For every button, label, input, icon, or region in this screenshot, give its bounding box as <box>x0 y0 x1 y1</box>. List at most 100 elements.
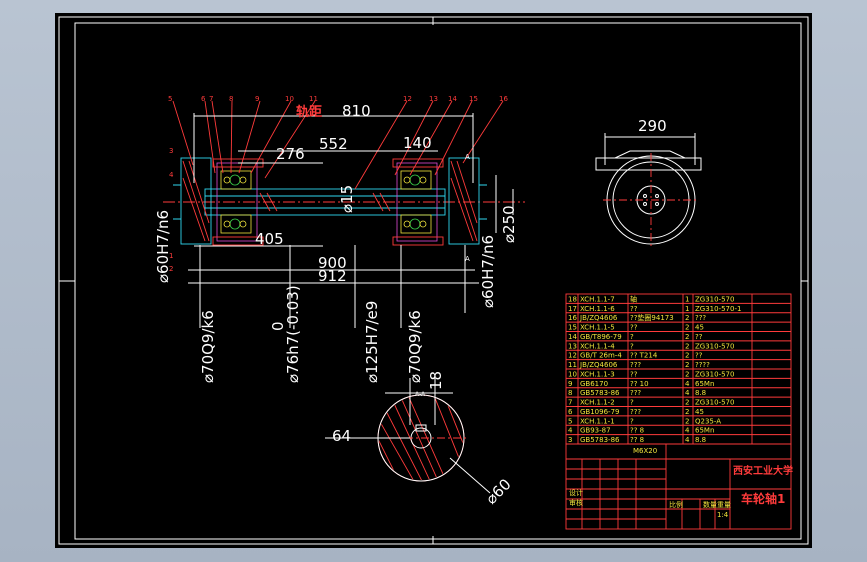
scale-label: 比例 <box>669 500 683 509</box>
bom-cell: 2 <box>685 399 689 407</box>
bom-cell: JB/ZQ4606 <box>579 361 618 369</box>
title-block <box>565 443 792 530</box>
bom-cell: 1 <box>685 305 689 313</box>
bom-cell: XCH.1.1-7 <box>580 295 615 303</box>
bom-cell: ? <box>630 417 634 425</box>
balloon-15: 15 <box>469 95 478 103</box>
bom-cell: 9 <box>568 380 572 388</box>
dim-18: 18 <box>427 371 445 390</box>
bom-cell: 16 <box>568 314 577 322</box>
side-view <box>595 133 702 247</box>
bom-cell: ?? <box>695 352 703 360</box>
bom-cell: 45 <box>695 324 704 332</box>
dim-276: 276 <box>276 145 305 163</box>
bom-cell: 2 <box>685 370 689 378</box>
balloon-3: 3 <box>169 147 173 155</box>
drawing-sheet: 5 6 7 8 9 10 11 12 13 14 15 16 3 4 1 2 轨… <box>55 13 812 548</box>
dim-140: 140 <box>403 134 432 152</box>
fit-76h7-tol: 0 <box>269 321 287 331</box>
bom-cell: Q235-A <box>695 417 721 425</box>
bom-cell: 2 <box>685 361 689 369</box>
fit-76h7: ⌀76h7(-0.03) <box>284 285 302 383</box>
fit-left: ⌀60H7/n6 <box>154 210 172 283</box>
inner-frame <box>74 22 802 540</box>
designer-label: 设计 <box>569 488 583 497</box>
bom-cell: 2 <box>685 352 689 360</box>
bom-cell: 8.8 <box>695 389 706 397</box>
school-name: 西安工业大学 <box>733 464 793 477</box>
fit-125h7: ⌀125H7/e9 <box>363 301 381 383</box>
bom-cell: ZG310-570-1 <box>695 305 741 313</box>
bom-cell: ??? <box>630 408 641 416</box>
bom-cell: 6 <box>568 408 573 416</box>
bom-cell: 45 <box>695 408 704 416</box>
bom-cell: ? <box>630 333 634 341</box>
balloon-11: 11 <box>309 95 318 103</box>
bom-cell: 5 <box>568 417 572 425</box>
bom-cell: 2 <box>685 417 689 425</box>
drawing-title: 车轮轴1 <box>741 491 785 506</box>
dim-64: 64 <box>332 427 351 445</box>
bom-cell: 10 <box>568 370 577 378</box>
bom-cell: GB/T896-79 <box>580 333 622 341</box>
bom-cell: XCH.1.1-1 <box>580 417 615 425</box>
balloon-8: 8 <box>229 95 233 103</box>
bom-cell: ?? <box>695 333 703 341</box>
bom-cell: XCH.1.1-3 <box>580 370 615 378</box>
dim-405: 405 <box>255 230 284 248</box>
bom-cell: ? <box>630 399 634 407</box>
bom-cell: XCH.1.1-2 <box>580 399 615 407</box>
bom-cell: 8 <box>568 389 572 397</box>
dim-552: 552 <box>319 135 348 153</box>
bom-cell: 4 <box>685 427 690 435</box>
bom-cell: 8.8 <box>695 436 706 444</box>
bom-cell: 14 <box>568 333 577 341</box>
bom-cell: GB5783-86 <box>580 436 620 444</box>
bom-cell: 3 <box>568 436 572 444</box>
balloon-4: 4 <box>169 171 174 179</box>
qty-label: 数量 <box>703 500 717 509</box>
bom-cell: GB1096-79 <box>580 408 619 416</box>
balloon-5: 5 <box>168 95 172 103</box>
bom-cell: 1 <box>685 295 689 303</box>
section-mark-bottom: A <box>465 255 470 263</box>
bom-cell: 13 <box>568 342 577 350</box>
bom-cell: 4 <box>685 389 690 397</box>
balloon-9: 9 <box>255 95 259 103</box>
bom-code: M6X20 <box>633 447 657 455</box>
bom-cell: ??? <box>630 389 641 397</box>
bom-cell: 2 <box>685 342 689 350</box>
bom-cell: 18 <box>568 295 577 303</box>
bom-cell: ? <box>630 342 634 350</box>
bom-cell: 2 <box>685 324 689 332</box>
bom-cell: ?? T214 <box>630 352 658 360</box>
bom-cell: 65Mn <box>695 380 714 388</box>
track-label: 轨距 <box>296 104 322 120</box>
bom-cell: 17 <box>568 305 577 313</box>
bom-cell: ?? 8 <box>630 427 644 435</box>
weight-label: 重量 <box>717 501 731 509</box>
balloon-14: 14 <box>448 95 457 103</box>
bom-cell: 11 <box>568 361 577 369</box>
bom-cell: XCH.1.1-5 <box>580 324 615 332</box>
balloon-7: 7 <box>209 95 213 103</box>
bom-cell: ZG310-570 <box>695 370 734 378</box>
fit-right: ⌀60H7/n6 <box>479 235 497 308</box>
bom-cell: ?? <box>630 370 638 378</box>
bom-cell: 轴 <box>630 294 637 303</box>
bom-cell: ?? <box>630 305 638 313</box>
bom-cell: ZG310-570 <box>695 342 734 350</box>
bom-cell: ZG310-570 <box>695 399 734 407</box>
bom-cell: JB/ZQ4606 <box>579 314 618 322</box>
bom-cell: 2 <box>685 408 689 416</box>
bom-cell: ??? <box>695 314 706 322</box>
dim-60: ⌀60 <box>482 475 515 508</box>
balloon-6: 6 <box>201 95 206 103</box>
bom-cell: ?? <box>630 324 638 332</box>
bom-cell: 12 <box>568 352 577 360</box>
bom-cell: 4 <box>568 427 573 435</box>
bom-cell: ZG310-570 <box>695 295 734 303</box>
bom-cell: XCH.1.1-4 <box>580 342 615 350</box>
bom-cell: GB93-87 <box>580 427 611 435</box>
fit-70q9-left: ⌀70Q9/k6 <box>199 310 217 383</box>
